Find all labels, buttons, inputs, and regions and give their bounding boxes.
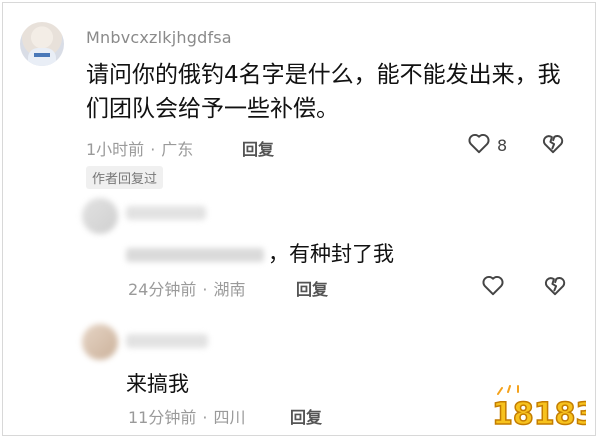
- like-count: 8: [497, 136, 508, 155]
- avatar[interactable]: [20, 22, 64, 66]
- reply-button[interactable]: 回复: [242, 136, 274, 160]
- heart-icon[interactable]: [480, 272, 506, 298]
- reply-button[interactable]: 回复: [296, 276, 328, 300]
- reply-location: 四川: [213, 408, 246, 427]
- heart-icon[interactable]: [466, 130, 492, 156]
- author-replied-badge: 作者回复过: [86, 166, 164, 189]
- reply-time: 24分钟前: [128, 280, 197, 299]
- svg-text:18183: 18183: [492, 397, 586, 430]
- watermark-logo: 18183: [491, 385, 586, 430]
- comment-text: 请问你的俄钓4名字是什么，能不能发出来，我们团队会给予一些补偿。: [86, 62, 561, 122]
- reply-button[interactable]: 回复: [290, 404, 322, 428]
- comment-meta: 1小时前 · 广东: [86, 140, 194, 159]
- reply-text: ，有种封了我: [126, 238, 394, 268]
- reply-time: 11分钟前: [128, 408, 197, 427]
- reply-meta: 24分钟前 · 湖南: [128, 280, 246, 299]
- comment-username[interactable]: Mnbvcxzlkjhgdfsa: [86, 28, 232, 47]
- broken-heart-icon[interactable]: [542, 272, 568, 298]
- reply-username[interactable]: [126, 206, 206, 220]
- reply-text: 来搞我: [126, 372, 189, 396]
- reply-username[interactable]: [126, 334, 208, 348]
- reply-avatar[interactable]: [82, 198, 118, 234]
- broken-heart-icon[interactable]: [540, 130, 566, 156]
- reply-avatar[interactable]: [82, 324, 118, 360]
- blurred-username: [126, 248, 264, 262]
- comment-time: 1小时前: [86, 140, 145, 159]
- comment-location: 广东: [161, 140, 194, 159]
- reply-location: 湖南: [213, 280, 246, 299]
- reply-meta: 11分钟前 · 四川: [128, 408, 246, 427]
